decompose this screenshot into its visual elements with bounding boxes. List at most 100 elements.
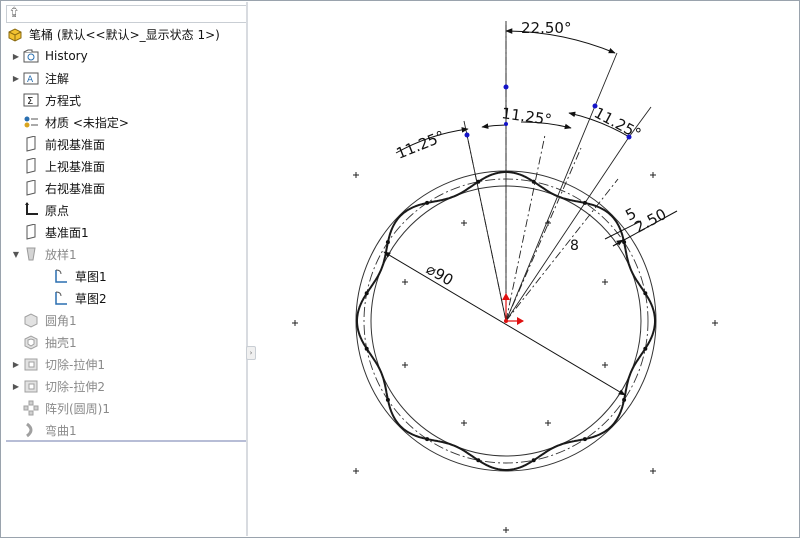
dim-angle-mid[interactable]: 11.25° bbox=[500, 104, 552, 129]
tree-item-loft1[interactable]: ▼ 放样1 bbox=[10, 244, 77, 264]
feature-manager-tree: ⮸ 笔桶 (默认<<默认>_显示状态 1>) ▶ History ▶ A 注解 bbox=[2, 2, 247, 536]
tree-root-part[interactable]: 笔桶 (默认<<默认>_显示状态 1>) bbox=[6, 24, 220, 44]
expand-arrow-icon[interactable]: ▶ bbox=[10, 52, 22, 61]
tree-item-label: 切除-拉伸2 bbox=[45, 379, 105, 394]
panel-splitter[interactable] bbox=[246, 2, 248, 536]
profile-point bbox=[425, 200, 430, 205]
plane-icon bbox=[22, 136, 40, 152]
grid-point bbox=[461, 220, 467, 226]
tree-end-marker bbox=[6, 440, 246, 442]
grid-point bbox=[503, 527, 509, 533]
profile-point bbox=[531, 458, 536, 463]
part-icon bbox=[6, 26, 24, 42]
tree-root-label: 笔桶 (默认<<默认>_显示状态 1>) bbox=[29, 27, 220, 42]
tree-item-circular-pattern1[interactable]: 阵列(圆周)1 bbox=[10, 398, 110, 418]
shell-icon bbox=[22, 334, 40, 350]
loft-icon bbox=[22, 246, 40, 262]
tree-filter-bar[interactable]: ⮸ bbox=[6, 5, 247, 23]
tree-item-equations[interactable]: Σ 方程式 bbox=[10, 90, 81, 110]
tree-item-origin[interactable]: 原点 bbox=[10, 200, 69, 220]
profile-point bbox=[622, 397, 627, 402]
grid-point bbox=[545, 420, 551, 426]
plane-icon bbox=[22, 180, 40, 196]
cut-extrude-icon bbox=[22, 378, 40, 394]
tree-item-sketch1[interactable]: 草图1 bbox=[52, 266, 107, 286]
dim-angle-left[interactable]: 11.25° bbox=[394, 127, 448, 163]
tree-item-sketch2[interactable]: 草图2 bbox=[52, 288, 107, 308]
tree-item-right-plane[interactable]: 右视基准面 bbox=[10, 178, 105, 198]
svg-text:Σ: Σ bbox=[27, 96, 33, 107]
profile-point bbox=[476, 179, 481, 184]
tree-item-label: 草图1 bbox=[75, 269, 107, 284]
tree-item-label: 阵列(圆周)1 bbox=[45, 401, 110, 416]
cut-extrude-icon bbox=[22, 356, 40, 372]
diameter-dimension bbox=[383, 251, 626, 396]
grid-point bbox=[353, 172, 359, 178]
dim-diameter[interactable]: ⌀90 bbox=[423, 260, 456, 290]
equations-icon: Σ bbox=[22, 92, 40, 108]
tree-item-label: 草图2 bbox=[75, 291, 107, 306]
tree-item-label: History bbox=[45, 49, 88, 63]
dim-angle-right[interactable]: 11.25° bbox=[591, 104, 644, 144]
tree-item-shell1[interactable]: 抽壳1 bbox=[10, 332, 77, 352]
grid-point bbox=[602, 279, 608, 285]
history-folder-icon bbox=[22, 48, 40, 64]
origin-icon bbox=[22, 202, 40, 218]
expand-arrow-icon[interactable]: ▶ bbox=[10, 74, 22, 83]
tree-item-fillet1[interactable]: 圆角1 bbox=[10, 310, 77, 330]
filter-icon[interactable]: ⮸ bbox=[10, 6, 18, 22]
dim-angle-total[interactable]: 22.50° bbox=[521, 19, 571, 37]
origin-icon[interactable] bbox=[502, 293, 524, 325]
grid-point bbox=[650, 468, 656, 474]
grid-point bbox=[402, 362, 408, 368]
expand-arrow-icon[interactable]: ▶ bbox=[10, 360, 22, 369]
sketch-view[interactable]: 22.50° 11.25° 11.25° 11.25° ⌀90 5 2.50 8 bbox=[249, 2, 799, 536]
profile-point bbox=[364, 346, 369, 351]
grid-point bbox=[402, 279, 408, 285]
tree-item-history[interactable]: ▶ History bbox=[10, 46, 88, 66]
tree-item-label: 抽壳1 bbox=[45, 335, 77, 350]
sketch-icon bbox=[52, 268, 70, 284]
tree-item-material[interactable]: 材质 <未指定> bbox=[10, 112, 129, 132]
tree-item-flex1[interactable]: 弯曲1 bbox=[10, 420, 77, 440]
profile-point bbox=[622, 240, 627, 245]
tree-item-label: 切除-拉伸1 bbox=[45, 357, 105, 372]
fillet-icon bbox=[22, 312, 40, 328]
plane-icon bbox=[22, 158, 40, 174]
profile-point bbox=[385, 240, 390, 245]
dim-count-8[interactable]: 8 bbox=[570, 238, 579, 254]
tree-item-cut-extrude2[interactable]: ▶ 切除-拉伸2 bbox=[10, 376, 105, 396]
tree-item-label: 放样1 bbox=[45, 247, 77, 262]
tree-item-annotations[interactable]: ▶ A 注解 bbox=[10, 68, 69, 88]
collapse-arrow-icon[interactable]: ▼ bbox=[10, 250, 22, 259]
profile-point bbox=[476, 458, 481, 463]
tree-item-label: 基准面1 bbox=[45, 225, 89, 240]
dim-offset-2-50[interactable]: 2.50 bbox=[631, 205, 669, 237]
svg-text:A: A bbox=[27, 75, 34, 85]
tree-item-label: 圆角1 bbox=[45, 313, 77, 328]
tree-item-front-plane[interactable]: 前视基准面 bbox=[10, 134, 105, 154]
grid-point bbox=[650, 172, 656, 178]
tree-item-label: 上视基准面 bbox=[45, 159, 106, 174]
annotations-folder-icon: A bbox=[22, 70, 40, 86]
grid-point bbox=[292, 320, 298, 326]
sketch-icon bbox=[52, 290, 70, 306]
grid-point bbox=[602, 362, 608, 368]
tree-item-label: 材质 <未指定> bbox=[45, 115, 129, 130]
graphics-area[interactable]: 22.50° 11.25° 11.25° 11.25° ⌀90 5 2.50 8 bbox=[249, 2, 799, 536]
material-icon bbox=[22, 114, 40, 130]
circular-pattern-icon bbox=[22, 400, 40, 416]
tree-item-cut-extrude1[interactable]: ▶ 切除-拉伸1 bbox=[10, 354, 105, 374]
expand-arrow-icon[interactable]: ▶ bbox=[10, 382, 22, 391]
profile-point bbox=[582, 437, 587, 442]
profile-point bbox=[425, 437, 430, 442]
tree-item-label: 注解 bbox=[45, 71, 70, 86]
profile-point bbox=[385, 397, 390, 402]
grid-point bbox=[353, 468, 359, 474]
profile-point bbox=[643, 346, 648, 351]
window-frame: ⮸ 笔桶 (默认<<默认>_显示状态 1>) ▶ History ▶ A 注解 bbox=[0, 0, 800, 538]
plane-icon bbox=[22, 224, 40, 240]
tree-item-plane1[interactable]: 基准面1 bbox=[10, 222, 89, 242]
tree-item-label: 弯曲1 bbox=[45, 423, 77, 438]
tree-item-top-plane[interactable]: 上视基准面 bbox=[10, 156, 105, 176]
